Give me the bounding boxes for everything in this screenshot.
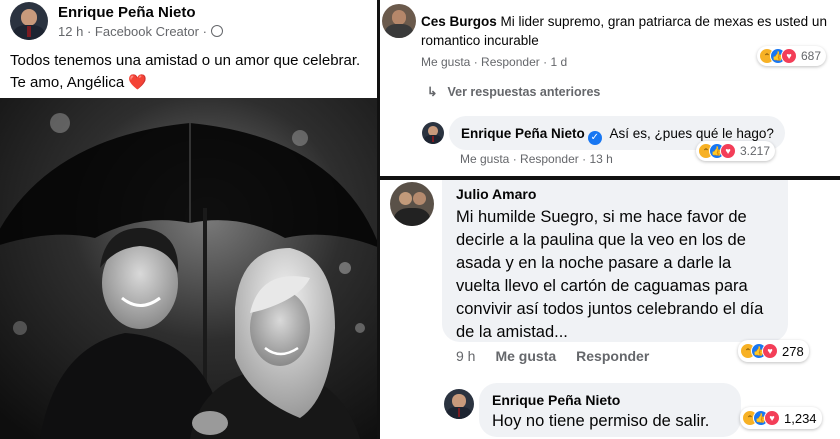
comment-time-2[interactable]: 9 h bbox=[456, 348, 475, 364]
post-text-body: Todos tenemos una amistad o un amor que … bbox=[10, 52, 361, 91]
bottom-thread-panel: Julio Amaro Mi humilde Suegro, si me hac… bbox=[380, 180, 840, 439]
love-icon-2: ♥ bbox=[720, 143, 736, 159]
top-comment-text: Ces Burgos Mi lider supremo, gran patria… bbox=[421, 12, 829, 50]
post-author-avatar[interactable] bbox=[10, 2, 48, 40]
post-source: Facebook Creator bbox=[94, 24, 199, 39]
post-panel: Enrique Peña Nieto 12 h · Facebook Creat… bbox=[0, 0, 377, 439]
top-reply-actions: Me gusta · Responder · 13 h bbox=[460, 152, 613, 166]
love-icon: ♥ bbox=[781, 48, 797, 64]
love-icon-3: ♥ bbox=[762, 343, 778, 359]
view-previous-replies[interactable]: ↳ Ver respuestas anteriores bbox=[427, 84, 600, 99]
love-icon-4: ♥ bbox=[764, 410, 780, 426]
bottom-comment-actions: 9 h Me gusta Responder bbox=[456, 348, 649, 364]
globe-icon bbox=[210, 25, 223, 37]
reply-link[interactable]: Responder bbox=[481, 55, 540, 69]
dot: · bbox=[473, 55, 478, 69]
reaction-count-3: 278 bbox=[782, 343, 804, 359]
couple-under-umbrella-image bbox=[0, 98, 377, 439]
top-reply-reactions[interactable]: ᵔ 👍 ♥ 3.217 bbox=[696, 141, 776, 161]
bottom-comment-body: Mi humilde Suegro, si me hace favor de d… bbox=[456, 208, 764, 341]
post-author-name[interactable]: Enrique Peña Nieto bbox=[58, 4, 196, 21]
heart-emoji: ❤️ bbox=[128, 74, 148, 91]
reply-link-3[interactable]: Responder bbox=[576, 348, 649, 364]
post-photo[interactable] bbox=[0, 98, 377, 439]
top-comment-reactions[interactable]: ᵔ 👍 ♥ 687 bbox=[757, 46, 827, 66]
reply-link-2[interactable]: Responder bbox=[520, 152, 579, 166]
top-comment-actions: Me gusta · Responder · 1 d bbox=[421, 55, 567, 69]
dot-4: · bbox=[582, 152, 587, 166]
julio-amaro-avatar[interactable] bbox=[390, 182, 434, 226]
comment-time[interactable]: 1 d bbox=[550, 55, 567, 69]
top-thread-panel: Ces Burgos Mi lider supremo, gran patria… bbox=[380, 0, 840, 176]
reaction-count-2: 3.217 bbox=[740, 144, 771, 158]
like-link[interactable]: Me gusta bbox=[421, 55, 470, 69]
bottom-comment-author[interactable]: Julio Amaro bbox=[456, 186, 536, 202]
post-time[interactable]: 12 h bbox=[58, 24, 83, 39]
dot-2: · bbox=[543, 55, 548, 69]
verified-badge-icon: ✓ bbox=[587, 130, 602, 145]
ces-burgos-avatar[interactable] bbox=[382, 4, 416, 38]
view-previous-label: Ver respuestas anteriores bbox=[447, 85, 601, 99]
dot-3: · bbox=[512, 152, 517, 166]
reply-arrow-icon: ↳ bbox=[427, 85, 438, 99]
epn-avatar-reply-2[interactable] bbox=[444, 389, 474, 419]
reaction-count-4: 1,234 bbox=[784, 410, 817, 426]
bottom-reply-reactions[interactable]: ᵔ 👍 ♥ 1,234 bbox=[740, 407, 822, 429]
top-reply-author[interactable]: Enrique Peña Nieto bbox=[461, 126, 585, 141]
bottom-reply-author[interactable]: Enrique Peña Nieto bbox=[492, 392, 620, 408]
top-comment-author[interactable]: Ces Burgos bbox=[421, 14, 497, 29]
like-link-2[interactable]: Me gusta bbox=[460, 152, 509, 166]
epn-avatar-reply-1[interactable] bbox=[422, 122, 444, 144]
top-reply-body: Así es, ¿pues qué le hago? bbox=[609, 126, 774, 141]
meta-separator: · bbox=[86, 24, 92, 39]
reply-time[interactable]: 13 h bbox=[589, 152, 612, 166]
meta-separator-2: · bbox=[202, 24, 207, 39]
post-meta: 12 h · Facebook Creator · bbox=[58, 24, 223, 39]
bottom-reply-body: Hoy no tiene permiso de salir. bbox=[492, 412, 710, 430]
like-link-3[interactable]: Me gusta bbox=[495, 348, 556, 364]
post-text: Todos tenemos una amistad o un amor que … bbox=[10, 50, 372, 94]
reaction-count: 687 bbox=[801, 49, 822, 63]
bottom-comment-reactions[interactable]: ᵔ 👍 ♥ 278 bbox=[738, 340, 809, 362]
